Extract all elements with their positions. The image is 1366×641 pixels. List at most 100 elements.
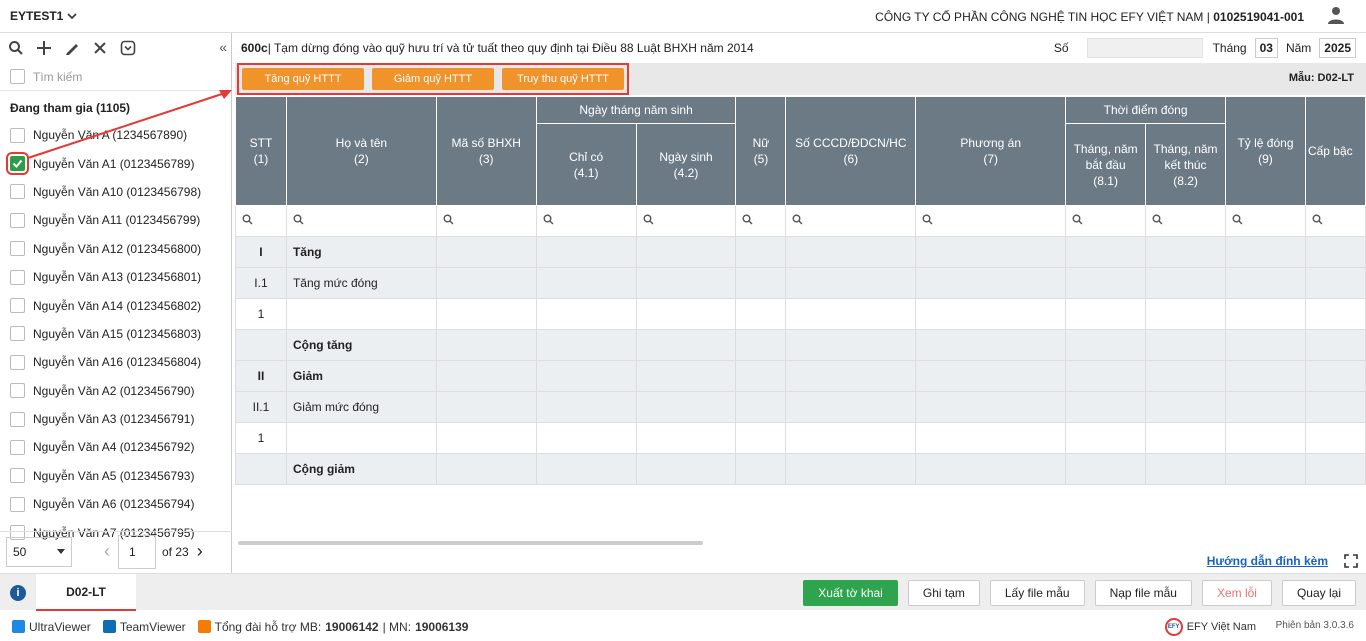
filter-cell[interactable] xyxy=(1145,205,1227,237)
table-cell[interactable] xyxy=(1225,360,1306,392)
list-item[interactable]: Nguyễn Văn A1 (0123456789) xyxy=(0,149,231,177)
table-cell[interactable] xyxy=(535,329,637,361)
table-cell[interactable] xyxy=(635,236,737,268)
table-cell[interactable] xyxy=(535,422,637,454)
table-cell[interactable] xyxy=(915,422,1067,454)
save-draft-button[interactable]: Ghi tạm xyxy=(907,580,980,606)
list-item[interactable]: Nguyễn Văn A6 (0123456794) xyxy=(0,490,231,518)
filter-cell[interactable] xyxy=(635,205,737,237)
table-cell[interactable] xyxy=(435,360,537,392)
table-cell[interactable] xyxy=(535,360,637,392)
cell-stt[interactable] xyxy=(235,329,287,361)
table-cell[interactable] xyxy=(635,329,737,361)
get-template-button[interactable]: Lấy file mẫu xyxy=(989,580,1085,606)
collapse-sidebar-icon[interactable]: « xyxy=(219,39,227,55)
list-item[interactable]: Nguyễn Văn A4 (0123456792) xyxy=(0,433,231,461)
employee-checkbox[interactable] xyxy=(10,496,25,512)
filter-cell[interactable] xyxy=(1304,205,1366,237)
employee-checkbox[interactable] xyxy=(10,411,25,427)
table-cell[interactable] xyxy=(535,453,637,485)
table-cell[interactable] xyxy=(1304,453,1366,485)
table-cell[interactable] xyxy=(915,329,1067,361)
table-cell[interactable] xyxy=(1145,360,1227,392)
dropdown-box-icon[interactable] xyxy=(118,38,138,58)
table-cell[interactable] xyxy=(915,236,1067,268)
horizontal-scrollbar[interactable] xyxy=(238,541,703,545)
table-cell[interactable] xyxy=(785,236,917,268)
table-cell[interactable] xyxy=(435,329,537,361)
filter-cell[interactable] xyxy=(1225,205,1306,237)
table-cell[interactable] xyxy=(435,298,537,330)
table-cell[interactable] xyxy=(1065,453,1147,485)
table-row[interactable]: I Tăng xyxy=(235,236,1366,268)
table-cell[interactable] xyxy=(1225,329,1306,361)
tab-d02-lt[interactable]: D02-LT xyxy=(36,574,136,611)
filter-cell[interactable] xyxy=(435,205,537,237)
list-item[interactable]: Nguyễn Văn A5 (0123456793) xyxy=(0,462,231,490)
add-icon[interactable] xyxy=(34,38,54,58)
table-cell[interactable] xyxy=(735,298,787,330)
table-cell[interactable] xyxy=(915,391,1067,423)
employee-checkbox[interactable] xyxy=(6,152,29,176)
employee-checkbox[interactable] xyxy=(10,383,25,399)
table-cell[interactable] xyxy=(1304,236,1366,268)
filter-cell[interactable] xyxy=(235,205,287,237)
table-cell[interactable] xyxy=(1225,267,1306,299)
table-cell[interactable] xyxy=(1225,298,1306,330)
info-icon[interactable]: i xyxy=(10,585,26,601)
table-cell[interactable] xyxy=(785,391,917,423)
cell-name[interactable] xyxy=(285,298,437,330)
load-template-button[interactable]: Nạp file mẫu xyxy=(1094,580,1192,606)
table-cell[interactable] xyxy=(435,453,537,485)
filter-cell[interactable] xyxy=(535,205,637,237)
table-cell[interactable] xyxy=(635,267,737,299)
table-cell[interactable] xyxy=(735,329,787,361)
filter-cell[interactable] xyxy=(785,205,917,237)
search-input[interactable]: Tìm kiếm xyxy=(33,70,82,84)
guide-link[interactable]: Hướng dẫn đính kèm xyxy=(1207,554,1328,568)
view-errors-button[interactable]: Xem lỗi xyxy=(1201,580,1272,606)
table-cell[interactable] xyxy=(635,453,737,485)
employee-checkbox[interactable] xyxy=(10,354,25,370)
employee-checkbox[interactable] xyxy=(10,468,25,484)
table-row[interactable]: Cộng giảm xyxy=(235,453,1366,485)
table-cell[interactable] xyxy=(435,267,537,299)
edit-icon[interactable] xyxy=(62,38,82,58)
cell-stt[interactable]: II.1 xyxy=(235,391,287,423)
table-cell[interactable] xyxy=(915,453,1067,485)
employee-checkbox[interactable] xyxy=(10,298,25,314)
cell-stt[interactable]: I.1 xyxy=(235,267,287,299)
table-cell[interactable] xyxy=(1304,298,1366,330)
app-switcher[interactable]: EYTEST1 xyxy=(10,9,77,23)
table-cell[interactable] xyxy=(735,391,787,423)
list-item[interactable]: Nguyễn Văn A14 (0123456802) xyxy=(0,291,231,319)
list-item[interactable]: Nguyễn Văn A12 (0123456800) xyxy=(0,235,231,263)
table-cell[interactable] xyxy=(435,236,537,268)
list-item[interactable]: Nguyễn Văn A15 (0123456803) xyxy=(0,320,231,348)
table-cell[interactable] xyxy=(1225,453,1306,485)
list-item[interactable]: Nguyễn Văn A (1234567890) xyxy=(0,121,231,149)
table-row[interactable]: I.1 Tăng mức đóng xyxy=(235,267,1366,299)
search-icon[interactable] xyxy=(6,38,26,58)
table-cell[interactable] xyxy=(1145,453,1227,485)
table-cell[interactable] xyxy=(435,391,537,423)
table-cell[interactable] xyxy=(535,391,637,423)
ultraviewer-link[interactable]: UltraViewer xyxy=(12,620,91,634)
cell-name[interactable]: Giảm mức đóng xyxy=(285,391,437,423)
table-cell[interactable] xyxy=(535,267,637,299)
table-cell[interactable] xyxy=(735,360,787,392)
table-row[interactable]: II Giảm xyxy=(235,360,1366,392)
table-cell[interactable] xyxy=(735,267,787,299)
table-cell[interactable] xyxy=(735,422,787,454)
table-cell[interactable] xyxy=(1304,267,1366,299)
decrease-fund-button[interactable]: Giảm quỹ HTTT xyxy=(372,68,494,90)
table-cell[interactable] xyxy=(785,298,917,330)
table-cell[interactable] xyxy=(1145,298,1227,330)
cell-stt[interactable]: II xyxy=(235,360,287,392)
close-icon[interactable] xyxy=(90,38,110,58)
table-cell[interactable] xyxy=(1304,360,1366,392)
table-cell[interactable] xyxy=(1145,329,1227,361)
cell-stt[interactable]: I xyxy=(235,236,287,268)
table-cell[interactable] xyxy=(1065,422,1147,454)
employee-checkbox[interactable] xyxy=(10,184,25,200)
